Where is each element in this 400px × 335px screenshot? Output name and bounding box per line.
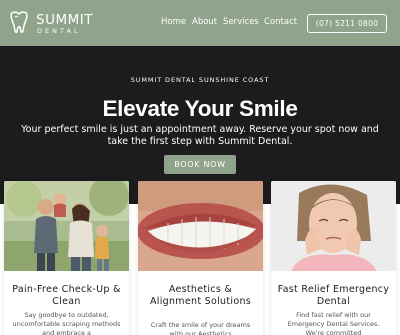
hero-kicker: SUMMIT DENTAL SUNSHINE COAST — [130, 76, 270, 84]
nav-about[interactable]: About — [192, 17, 217, 27]
card-description: Say goodbye to outdated, uncomfortable s… — [12, 311, 121, 335]
card-title: Pain-Free Check-Up & Clean — [12, 284, 121, 307]
service-card-aesthetics[interactable]: Aesthetics & Alignment Solutions Craft t… — [138, 181, 263, 335]
nav-contact[interactable]: Contact — [264, 17, 297, 27]
card-title: Aesthetics & Alignment Solutions — [149, 284, 252, 307]
site-header: SUMMIT DENTAL Home About Services Contac… — [0, 0, 400, 46]
hero-text: Your perfect smile is just an appointmen… — [21, 124, 379, 147]
hero-title: Elevate Your Smile — [102, 96, 298, 121]
book-now-button[interactable]: BOOK NOW — [164, 155, 236, 174]
phone-button[interactable]: (07) 5211 0800 — [307, 14, 387, 33]
nav-services[interactable]: Services — [223, 17, 259, 27]
smile-closeup-photo — [138, 181, 263, 271]
nav-home[interactable]: Home — [161, 17, 186, 27]
toothache-woman-photo — [271, 181, 396, 271]
logo-name: SUMMIT — [36, 12, 93, 28]
logo-subtitle: DENTAL — [37, 27, 81, 35]
tooth-icon — [10, 11, 28, 33]
service-card-checkup[interactable]: Pain-Free Check-Up & Clean Say goodbye t… — [4, 181, 129, 335]
logo[interactable]: SUMMIT DENTAL — [8, 11, 92, 37]
card-title: Fast Relief Emergency Dental — [277, 284, 390, 307]
family-photo — [4, 181, 129, 271]
card-description: Find fast relief with our Emergency Dent… — [287, 311, 380, 335]
card-description: Craft the smile of your dreams with our … — [150, 321, 251, 335]
service-card-emergency[interactable]: Fast Relief Emergency Dental Find fast r… — [271, 181, 396, 335]
